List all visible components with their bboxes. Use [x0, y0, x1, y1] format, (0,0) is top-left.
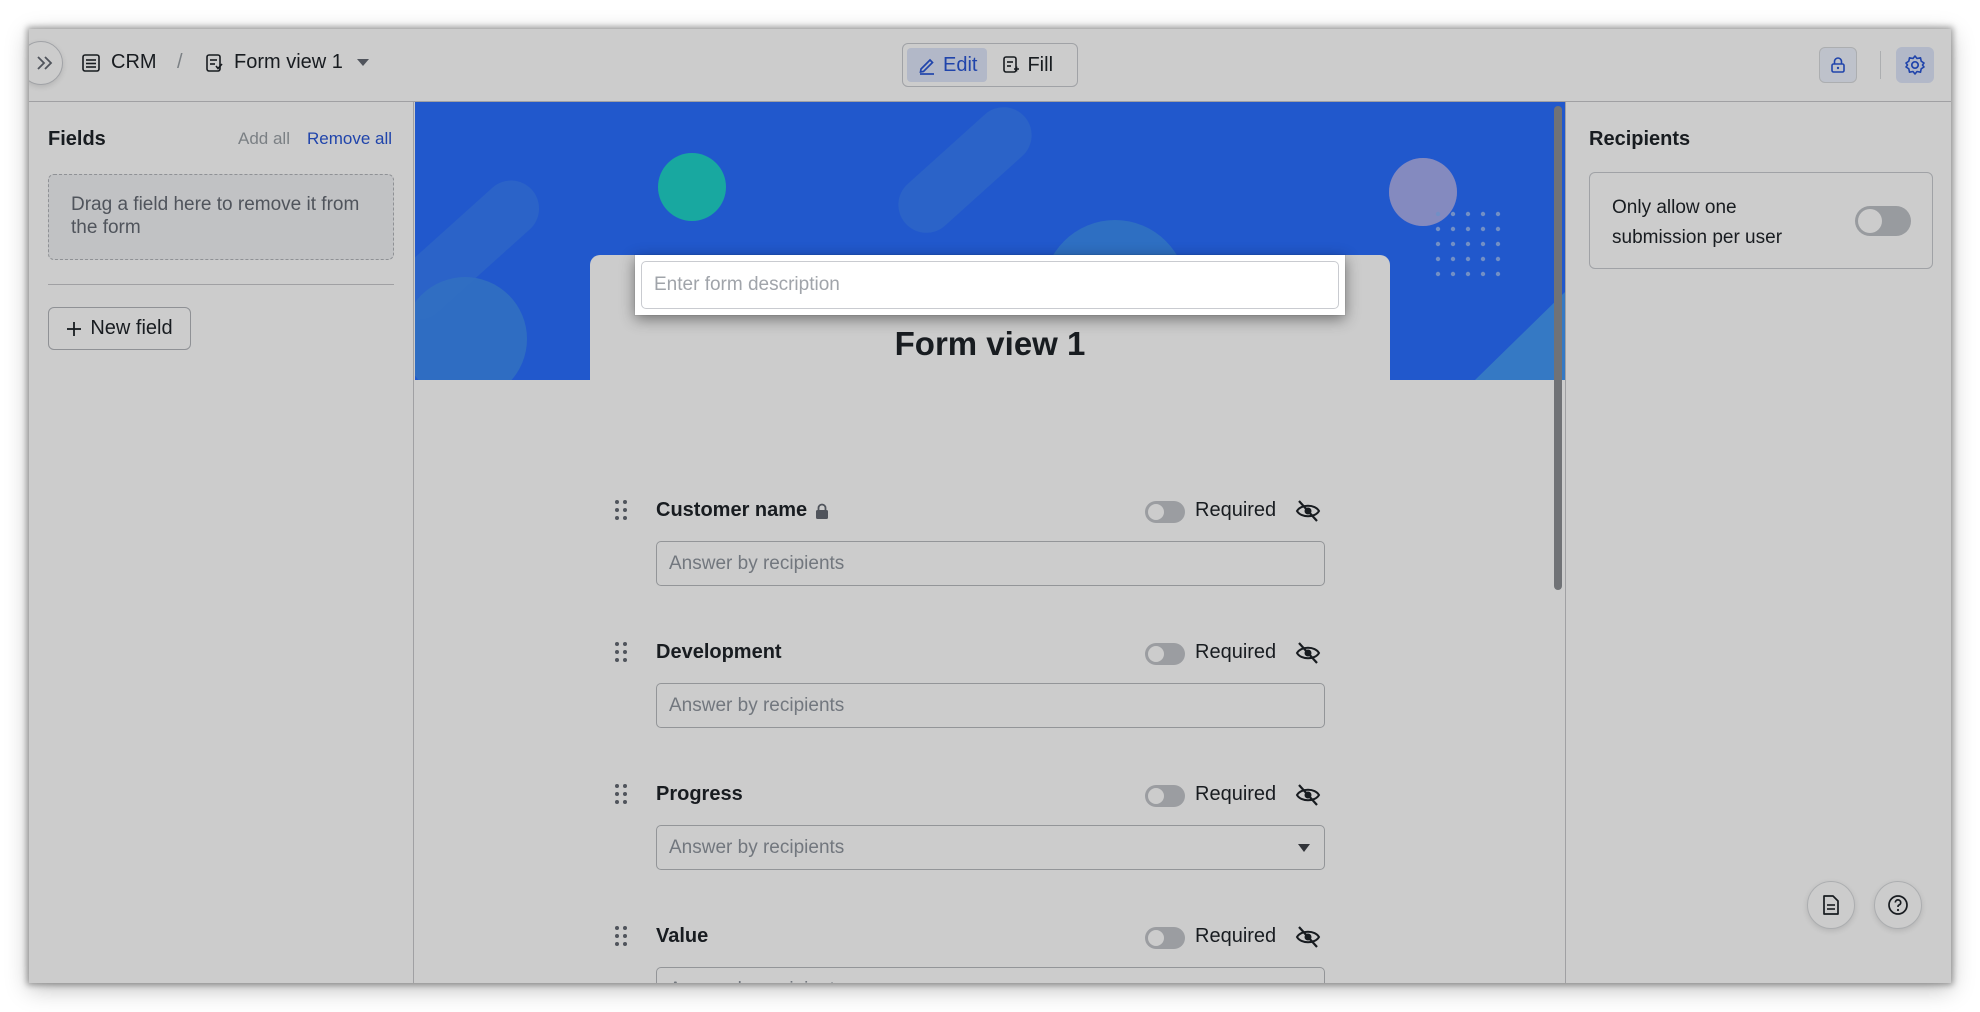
form-field-customer-name: Customer name Required Answer by recipie… — [590, 499, 1390, 619]
expand-sidebar-button[interactable] — [29, 41, 63, 85]
eye-off-icon[interactable] — [1295, 925, 1321, 949]
form-title[interactable]: Form view 1 — [590, 325, 1390, 363]
eye-off-icon[interactable] — [1295, 499, 1321, 523]
top-bar: CRM / Form view 1 Edit Fill — [29, 29, 1951, 102]
view-switcher[interactable]: Form view 1 — [204, 51, 369, 74]
remove-all-button[interactable]: Remove all — [307, 129, 392, 149]
field-label-text: Progress — [656, 783, 743, 805]
document-icon — [1823, 895, 1839, 915]
required-toggle[interactable] — [1145, 785, 1185, 807]
eye-off-icon[interactable] — [1295, 783, 1321, 807]
form-field-progress: Progress Required Answer by recipients — [590, 783, 1390, 903]
toolbar-divider — [1880, 51, 1881, 79]
description-box — [635, 255, 1345, 315]
document-button[interactable] — [1807, 881, 1855, 929]
table-icon — [82, 53, 100, 72]
recipients-title: Recipients — [1589, 128, 1691, 150]
answer-input[interactable]: Answer by recipients — [656, 683, 1325, 728]
fill-mode-label: Fill — [1027, 53, 1054, 76]
new-field-button[interactable]: New field — [48, 307, 191, 350]
fields-panel: Fields Add all Remove all Drag a field h… — [29, 102, 414, 983]
lock-icon — [816, 503, 829, 519]
field-label: Value — [656, 925, 708, 948]
one-submission-toggle[interactable] — [1855, 206, 1911, 236]
answer-input[interactable]: Answer by recipients — [656, 541, 1325, 586]
form-editor: Form view 1 Customer name Required Answe… — [415, 102, 1565, 983]
required-label: Required — [1195, 783, 1277, 805]
one-submission-option: Only allow one submission per user — [1589, 172, 1933, 269]
panel-divider — [48, 284, 394, 285]
field-label: Customer name — [656, 499, 829, 522]
form-icon — [206, 53, 223, 72]
help-button[interactable] — [1874, 881, 1922, 929]
settings-button[interactable] — [1896, 47, 1934, 83]
required-label: Required — [1195, 925, 1277, 947]
field-label-text: Development — [656, 641, 782, 663]
breadcrumb-base[interactable]: CRM — [81, 51, 157, 74]
drag-handle-icon[interactable] — [614, 499, 628, 521]
answer-select[interactable]: Answer by recipients — [656, 825, 1325, 870]
mode-switch: Edit Fill — [902, 43, 1078, 87]
required-label: Required — [1195, 641, 1277, 663]
breadcrumb-base-label: CRM — [111, 51, 157, 73]
caret-down-icon — [356, 59, 369, 66]
new-field-label: New field — [90, 317, 173, 339]
form-card: Form view 1 Customer name Required Answe… — [590, 255, 1390, 983]
field-label-text: Value — [656, 925, 709, 947]
double-chevron-right-icon — [37, 56, 53, 70]
form-description-input[interactable] — [641, 261, 1339, 309]
plus-icon — [67, 321, 82, 336]
answer-input[interactable]: Answer by recipients — [656, 967, 1325, 983]
one-submission-label: Only allow one submission per user — [1612, 197, 1783, 248]
permissions-button[interactable] — [1819, 47, 1857, 83]
fill-mode-button[interactable]: Fill — [991, 48, 1063, 82]
form-scrollbar[interactable] — [1554, 106, 1562, 590]
drag-handle-icon[interactable] — [614, 925, 628, 947]
required-toggle[interactable] — [1145, 501, 1185, 523]
breadcrumb-separator: / — [177, 51, 183, 73]
form-field-development: Development Required Answer by recipient… — [590, 641, 1390, 761]
required-toggle[interactable] — [1145, 643, 1185, 665]
answer-select-placeholder: Answer by recipients — [669, 836, 845, 858]
lock-icon — [1831, 57, 1845, 73]
drag-handle-icon[interactable] — [614, 641, 628, 663]
required-label: Required — [1195, 499, 1277, 521]
drag-handle-icon[interactable] — [614, 783, 628, 805]
edit-mode-button[interactable]: Edit — [907, 48, 988, 82]
app-window: CRM / Form view 1 Edit Fill Fields Add a… — [29, 29, 1951, 983]
view-name: Form view 1 — [234, 51, 343, 73]
eye-off-icon[interactable] — [1295, 641, 1321, 665]
form-field-value: Value Required Answer by recipients — [590, 925, 1390, 983]
caret-down-icon — [1298, 844, 1310, 852]
add-all-button[interactable]: Add all — [238, 129, 290, 149]
edit-mode-label: Edit — [943, 53, 978, 76]
field-label: Development — [656, 641, 782, 664]
pencil-icon — [919, 58, 934, 75]
gear-icon — [1905, 55, 1925, 75]
field-drop-zone[interactable]: Drag a field here to remove it from the … — [48, 174, 394, 260]
fields-title: Fields — [48, 128, 106, 150]
fill-form-icon — [1003, 56, 1020, 73]
help-icon — [1888, 895, 1908, 915]
field-label-text: Customer name — [656, 499, 808, 521]
required-toggle[interactable] — [1145, 927, 1185, 949]
field-label: Progress — [656, 783, 743, 806]
recipients-panel: Recipients Only allow one submission per… — [1565, 102, 1951, 983]
